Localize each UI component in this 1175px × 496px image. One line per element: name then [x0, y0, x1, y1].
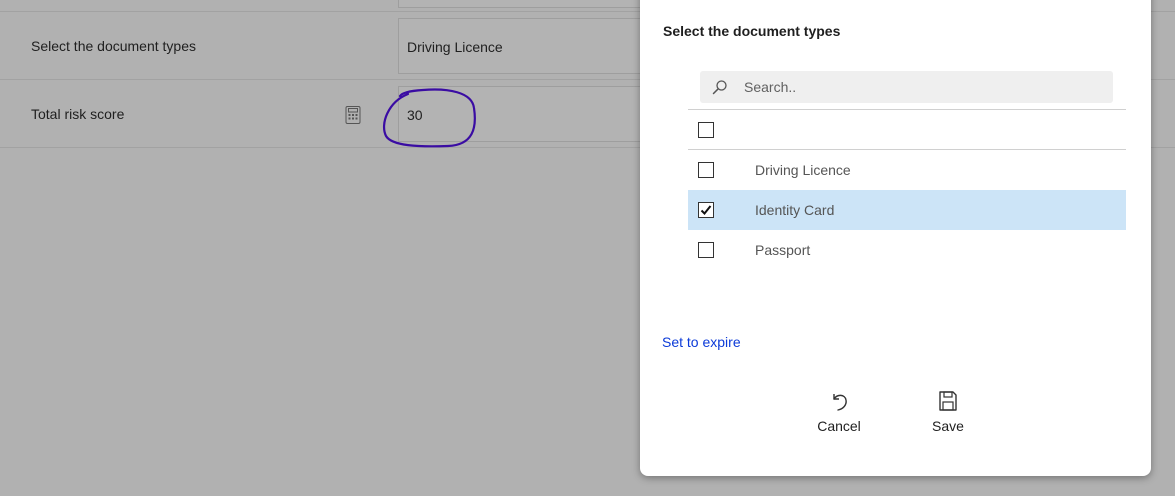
- undo-icon: [833, 394, 847, 411]
- document-types-label: Select the document types: [31, 38, 196, 54]
- risk-score-value: 30: [407, 107, 423, 123]
- option-checkbox[interactable]: [698, 242, 714, 258]
- previous-field[interactable]: [398, 0, 658, 8]
- calculator-icon: [345, 106, 361, 124]
- select-all-row[interactable]: [688, 110, 1126, 150]
- cancel-button[interactable]: Cancel: [804, 390, 874, 442]
- search-input[interactable]: [744, 71, 1104, 103]
- risk-score-label: Total risk score: [31, 106, 125, 122]
- search-icon: [712, 80, 727, 95]
- save-icon: [939, 391, 957, 411]
- option-label: Driving Licence: [755, 162, 851, 178]
- option-checkbox[interactable]: [698, 162, 714, 178]
- option-passport[interactable]: Passport: [688, 230, 1126, 270]
- save-label: Save: [932, 418, 964, 434]
- option-label: Identity Card: [755, 202, 835, 218]
- option-identity-card[interactable]: Identity Card: [688, 190, 1126, 230]
- document-types-dialog: Select the document types Driving Licenc…: [640, 0, 1151, 476]
- document-types-field[interactable]: Driving Licence: [398, 18, 658, 74]
- document-types-value: Driving Licence: [407, 39, 503, 55]
- cancel-label: Cancel: [817, 418, 861, 434]
- option-driving-licence[interactable]: Driving Licence: [688, 150, 1126, 190]
- search-box: [700, 71, 1113, 103]
- set-to-expire-link[interactable]: Set to expire: [662, 334, 741, 350]
- select-all-checkbox[interactable]: [698, 122, 714, 138]
- dialog-title: Select the document types: [663, 23, 841, 39]
- option-label: Passport: [755, 242, 811, 258]
- checkmark-icon: [700, 205, 712, 215]
- option-checkbox[interactable]: [698, 202, 714, 218]
- risk-score-field[interactable]: 30: [398, 86, 658, 142]
- save-button[interactable]: Save: [913, 390, 983, 442]
